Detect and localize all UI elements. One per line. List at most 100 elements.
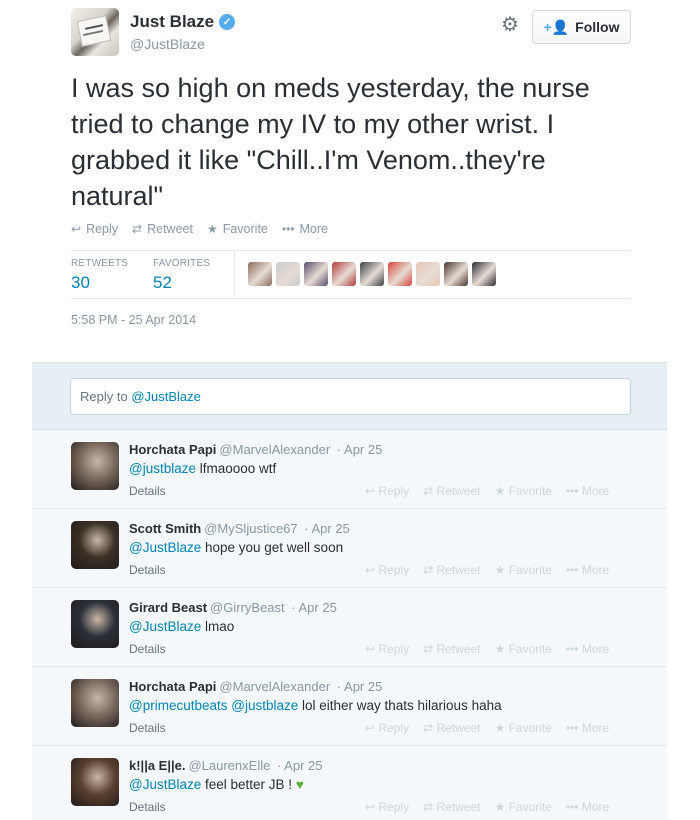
mention-link[interactable]: @JustBlaze <box>129 777 201 792</box>
reply-header: Scott Smith @MySljustice67 · Apr 25 <box>129 521 350 536</box>
favoriter-avatar[interactable] <box>248 262 272 286</box>
reply-date[interactable]: · Apr 25 <box>277 758 323 773</box>
reply-action[interactable]: ↩ Reply <box>365 721 409 735</box>
retweets-stat[interactable]: RETWEETS 30 <box>71 258 128 293</box>
reply-item[interactable]: Horchata Papi @MarvelAlexander · Apr 25 @… <box>32 430 667 509</box>
avatar[interactable] <box>71 679 119 727</box>
star-icon: ★ <box>494 563 509 577</box>
more-action[interactable]: ••• More <box>566 563 609 577</box>
avatar[interactable] <box>71 758 119 806</box>
reply-actions: ↩ Reply ⇄ Retweet ★ Favorite ••• More <box>365 800 609 814</box>
follow-button[interactable]: +👤 Follow <box>532 10 631 44</box>
details-link[interactable]: Details <box>129 484 166 498</box>
reply-date[interactable]: · Apr 25 <box>337 442 383 457</box>
favorite-action[interactable]: ★ Favorite <box>495 800 552 814</box>
reply-author-name[interactable]: Horchata Papi <box>129 442 216 457</box>
reply-text: @JustBlaze feel better JB ! ♥ <box>129 777 304 792</box>
favorite-action[interactable]: ★ Favorite <box>495 484 552 498</box>
reply-text: @justblaze lfmaoooo wtf <box>129 461 277 476</box>
details-link[interactable]: Details <box>129 721 166 735</box>
favorite-action[interactable]: ★ Favorite <box>495 721 552 735</box>
retweet-icon: ⇄ <box>423 800 437 814</box>
avatar[interactable] <box>71 442 119 490</box>
more-icon: ••• <box>281 222 295 236</box>
favoriter-avatar[interactable] <box>444 262 468 286</box>
avatar[interactable] <box>71 600 119 648</box>
reply-item[interactable]: Girard Beast @GirryBeast · Apr 25 @JustBl… <box>32 588 667 667</box>
reply-icon: ↩ <box>365 484 379 498</box>
reply-date[interactable]: · Apr 25 <box>304 521 350 536</box>
reply-author-handle[interactable]: @MySljustice67 <box>204 521 297 536</box>
details-link[interactable]: Details <box>129 800 166 814</box>
mention-link[interactable]: @justblaze <box>129 461 196 476</box>
reply-input[interactable]: Reply to @JustBlaze <box>70 378 631 415</box>
reply-item[interactable]: k!||a E||e. @LaurenxElle · Apr 25 @JustBl… <box>32 746 667 820</box>
retweet-icon: ⇄ <box>423 642 437 656</box>
favoriter-avatar[interactable] <box>304 262 328 286</box>
favoriter-avatar[interactable] <box>416 262 440 286</box>
reply-author-handle[interactable]: @MarvelAlexander <box>219 442 330 457</box>
replies-list: Horchata Papi @MarvelAlexander · Apr 25 @… <box>32 430 667 820</box>
author-name[interactable]: Just Blaze ✓ <box>130 12 236 32</box>
retweet-action[interactable]: ⇄ Retweet <box>132 222 193 236</box>
favorite-action[interactable]: ★ Favorite <box>495 642 552 656</box>
favoriter-avatar[interactable] <box>388 262 412 286</box>
more-icon: ••• <box>565 484 582 498</box>
star-icon: ★ <box>494 721 509 735</box>
retweet-action[interactable]: ⇄ Retweet <box>423 563 480 577</box>
retweet-action[interactable]: ⇄ Retweet <box>423 721 480 735</box>
reply-header: k!||a E||e. @LaurenxElle · Apr 25 <box>129 758 322 773</box>
reply-author-name[interactable]: Scott Smith <box>129 521 201 536</box>
favoriter-avatar[interactable] <box>360 262 384 286</box>
details-link[interactable]: Details <box>129 642 166 656</box>
reply-header: Horchata Papi @MarvelAlexander · Apr 25 <box>129 442 382 457</box>
reply-author-handle[interactable]: @GirryBeast <box>210 600 285 615</box>
more-action[interactable]: ••• More <box>566 484 609 498</box>
main-tweet: Just Blaze ✓ @JustBlaze ⚙ +👤 Follow I wa… <box>0 0 700 362</box>
retweet-action[interactable]: ⇄ Retweet <box>423 484 480 498</box>
more-action[interactable]: ••• More <box>566 642 609 656</box>
reply-author-handle[interactable]: @LaurenxElle <box>188 758 270 773</box>
favorite-action[interactable]: ★ Favorite <box>495 563 552 577</box>
star-icon: ★ <box>494 642 509 656</box>
tweet-text: I was so high on meds yesterday, the nur… <box>71 73 590 211</box>
mention-link[interactable]: @primecutbeats @justblaze <box>129 698 298 713</box>
favoriter-avatar[interactable] <box>332 262 356 286</box>
reply-action[interactable]: ↩ Reply <box>365 800 409 814</box>
mention-link[interactable]: @JustBlaze <box>129 540 201 555</box>
reply-text: @JustBlaze lmao <box>129 619 235 634</box>
reply-actions: ↩ Reply ⇄ Retweet ★ Favorite ••• More <box>365 642 609 656</box>
more-action[interactable]: ••• More <box>566 800 609 814</box>
reply-author-name[interactable]: Horchata Papi <box>129 679 216 694</box>
author-handle[interactable]: @JustBlaze <box>130 36 205 52</box>
reply-action[interactable]: ↩ Reply <box>71 222 118 236</box>
more-icon: ••• <box>565 563 582 577</box>
reply-item[interactable]: Horchata Papi @MarvelAlexander · Apr 25 @… <box>32 667 667 746</box>
favorites-stat[interactable]: FAVORITES 52 <box>153 258 210 293</box>
avatar[interactable] <box>71 8 119 56</box>
details-link[interactable]: Details <box>129 563 166 577</box>
reply-action[interactable]: ↩ Reply <box>365 484 409 498</box>
reply-author-name[interactable]: Girard Beast <box>129 600 207 615</box>
reply-author-name[interactable]: k!||a E||e. <box>129 758 185 773</box>
favorite-action[interactable]: ★ Favorite <box>207 222 268 236</box>
gear-icon[interactable]: ⚙ <box>500 15 520 35</box>
retweet-action[interactable]: ⇄ Retweet <box>423 642 480 656</box>
retweet-action[interactable]: ⇄ Retweet <box>423 800 480 814</box>
reply-action[interactable]: ↩ Reply <box>365 642 409 656</box>
reply-action[interactable]: ↩ Reply <box>365 563 409 577</box>
favoriter-avatar[interactable] <box>276 262 300 286</box>
green-heart-icon: ♥ <box>295 777 304 792</box>
more-action[interactable]: ••• More <box>282 222 328 236</box>
reply-item[interactable]: Scott Smith @MySljustice67 · Apr 25 @Just… <box>32 509 667 588</box>
favoriter-avatar[interactable] <box>472 262 496 286</box>
reply-author-handle[interactable]: @MarvelAlexander <box>219 679 330 694</box>
avatar[interactable] <box>71 521 119 569</box>
reply-date[interactable]: · Apr 25 <box>337 679 383 694</box>
author-name-text[interactable]: Just Blaze <box>130 12 214 32</box>
reply-date[interactable]: · Apr 25 <box>291 600 337 615</box>
mention-link[interactable]: @JustBlaze <box>129 619 201 634</box>
more-action[interactable]: ••• More <box>566 721 609 735</box>
reply-actions: ↩ Reply ⇄ Retweet ★ Favorite ••• More <box>365 484 609 498</box>
tweet-timestamp[interactable]: 5:58 PM - 25 Apr 2014 <box>71 313 196 327</box>
